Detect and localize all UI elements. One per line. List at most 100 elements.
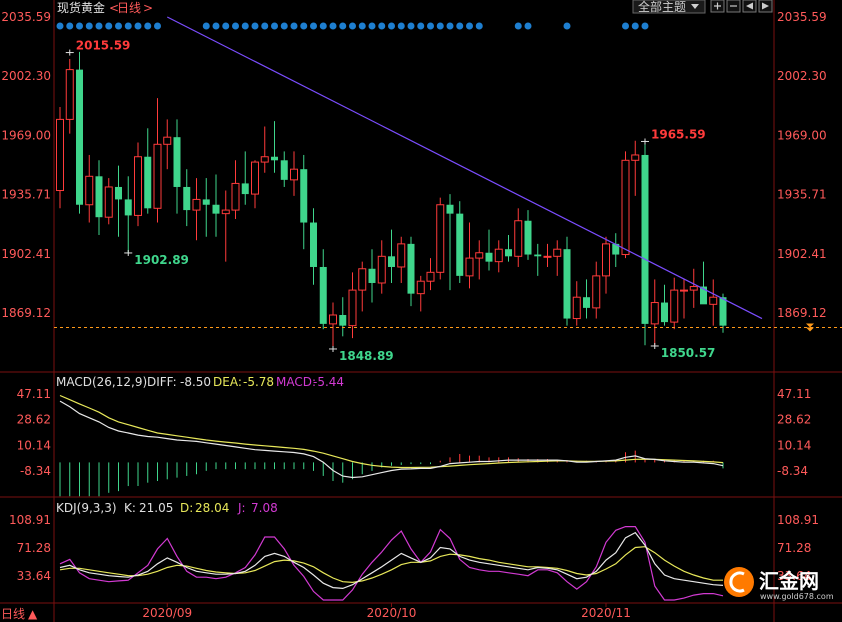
candle: [700, 261, 707, 305]
event-dot[interactable]: [251, 22, 259, 30]
event-dot[interactable]: [95, 22, 103, 30]
event-dot[interactable]: [466, 22, 473, 30]
toolbar-icons: [710, 0, 773, 13]
candle: [95, 160, 103, 235]
macd-macd-label: MACD:: [276, 375, 316, 389]
event-dot[interactable]: [631, 22, 639, 30]
event-dot[interactable]: [339, 22, 347, 30]
event-dot[interactable]: [115, 22, 122, 30]
event-dot[interactable]: [475, 22, 483, 30]
candle: [543, 243, 552, 267]
zoom-in-icon[interactable]: [710, 0, 725, 13]
event-dot[interactable]: [56, 22, 64, 30]
event-dot[interactable]: [261, 22, 269, 30]
event-dot[interactable]: [290, 22, 298, 30]
candle: [260, 126, 269, 173]
macd-dea-value: -5.78: [243, 375, 274, 389]
event-dot[interactable]: [144, 22, 152, 30]
event-dot[interactable]: [407, 22, 415, 30]
period-label[interactable]: 日线: [117, 1, 141, 15]
price-tick-right: 2002.30: [777, 69, 827, 83]
price-tick-left: 1935.71: [1, 188, 51, 202]
candle: [426, 258, 435, 291]
price-tick-left: 2035.59: [1, 10, 51, 24]
event-dot[interactable]: [397, 22, 405, 30]
candle: [290, 151, 298, 196]
event-dot[interactable]: [212, 22, 220, 30]
dea-line: [59, 394, 724, 469]
event-dot[interactable]: [154, 22, 161, 30]
event-dot[interactable]: [76, 22, 83, 30]
event-dot[interactable]: [85, 22, 93, 30]
candle: [368, 249, 376, 303]
price-marker-icon: [806, 323, 814, 328]
event-dot[interactable]: [514, 22, 522, 30]
macd-tick-left: -8.34: [20, 464, 51, 478]
kdj-tick-left: 108.91: [9, 513, 51, 527]
event-dot[interactable]: [241, 22, 249, 30]
kdj-axis: 108.91 108.9171.28 71.2833.64 33.64: [9, 513, 819, 583]
candle: [76, 51, 83, 214]
event-dot[interactable]: [105, 22, 113, 30]
kdj-tick-left: 33.64: [17, 569, 51, 583]
price-tick-right: 1969.00: [777, 128, 827, 142]
event-dot[interactable]: [641, 22, 649, 30]
move-left-icon[interactable]: [742, 0, 757, 13]
event-dot[interactable]: [300, 22, 308, 30]
event-dot[interactable]: [310, 22, 317, 30]
event-dot[interactable]: [232, 22, 239, 30]
price-tick-right: 1935.71: [777, 188, 827, 202]
kdj-k-label: K:: [124, 501, 136, 515]
event-dot[interactable]: [358, 22, 366, 30]
event-dot[interactable]: [124, 22, 132, 30]
zoom-out-icon[interactable]: [726, 0, 741, 13]
candle: [319, 249, 327, 330]
event-dot[interactable]: [524, 22, 532, 30]
macd-tick-right: -8.34: [777, 464, 808, 478]
candle: [104, 178, 113, 225]
candle: [241, 151, 249, 205]
macd-tick-right: 28.62: [777, 413, 811, 427]
event-dot[interactable]: [456, 22, 464, 30]
price-tick-left: 1969.00: [1, 128, 51, 142]
event-dot[interactable]: [202, 22, 210, 30]
candle: [183, 169, 191, 227]
theme-button[interactable]: 全部主题: [632, 0, 706, 14]
macd-tick-left: 28.62: [17, 413, 51, 427]
period-switch[interactable]: 日线 ▲: [1, 607, 38, 621]
event-dot[interactable]: [563, 22, 571, 30]
candle: [115, 165, 122, 237]
watermark: 汇金网 www.gold678.com: [724, 567, 834, 601]
event-dot[interactable]: [66, 22, 74, 30]
event-dot[interactable]: [436, 22, 444, 30]
gold-daily-chart[interactable]: 现货黄金 < 日线 > 全部主题 2035.59 2035.59 2002.30 20…: [0, 0, 842, 622]
candle: [689, 268, 698, 308]
event-dot[interactable]: [319, 22, 327, 30]
candle: [534, 243, 542, 276]
event-dot[interactable]: [622, 22, 629, 30]
event-dot[interactable]: [349, 22, 356, 30]
candle: [563, 236, 571, 326]
event-dot[interactable]: [446, 22, 454, 30]
event-dot[interactable]: [368, 22, 376, 30]
candle: [251, 160, 259, 209]
move-right-icon[interactable]: [758, 0, 773, 13]
event-dot[interactable]: [134, 22, 142, 30]
macd-tick-left: 10.14: [17, 438, 51, 452]
event-dot[interactable]: [271, 22, 278, 30]
brand-url: www.gold678.com: [760, 592, 834, 601]
event-dot[interactable]: [417, 22, 425, 30]
event-dot[interactable]: [222, 22, 230, 30]
event-dot[interactable]: [378, 22, 386, 30]
candle: [388, 229, 395, 283]
price-tick-right: 1902.41: [777, 247, 827, 261]
event-dot[interactable]: [280, 22, 288, 30]
candle: [494, 240, 503, 273]
price-annotation: 1848.89: [339, 349, 394, 363]
event-dot[interactable]: [329, 22, 337, 30]
candle: [144, 128, 152, 214]
event-dot[interactable]: [427, 22, 434, 30]
event-dots: [56, 22, 649, 30]
event-dot[interactable]: [388, 22, 395, 30]
macd-dea-label: DEA:: [213, 375, 242, 389]
